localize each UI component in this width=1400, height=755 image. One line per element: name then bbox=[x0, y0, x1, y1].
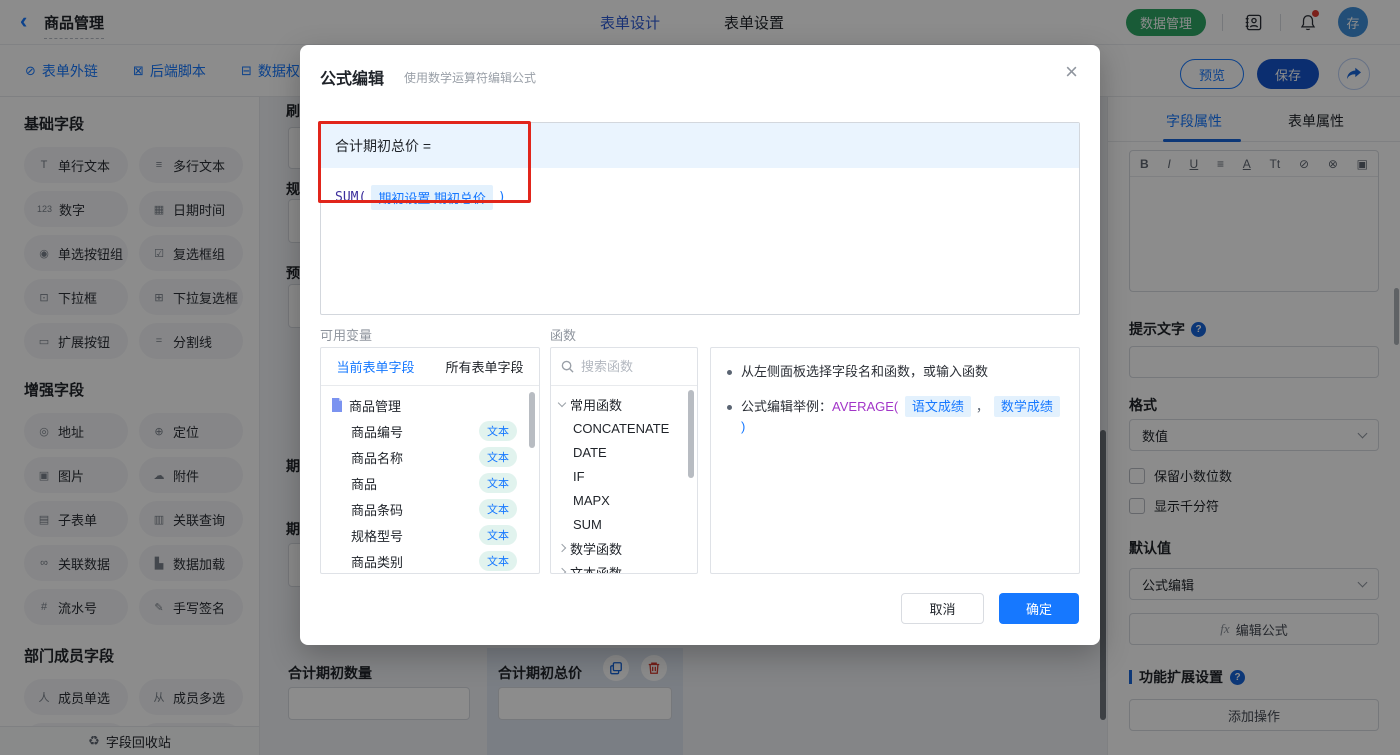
bullet-icon bbox=[727, 370, 732, 375]
function-item[interactable]: DATE bbox=[551, 440, 697, 464]
functions-label: 函数 bbox=[550, 328, 577, 343]
function-group-common[interactable]: 常用函数 bbox=[551, 392, 697, 416]
search-icon bbox=[561, 360, 574, 373]
variable-row[interactable]: 商品名称 文本 bbox=[321, 444, 539, 470]
help-panel: 从左侧面板选择字段名和函数，或输入函数 公式编辑举例：AVERAGE( 语文成绩… bbox=[710, 347, 1080, 574]
type-badge: 文本 bbox=[479, 551, 517, 571]
close-paren: ) bbox=[497, 190, 506, 205]
function-item[interactable]: IF bbox=[551, 464, 697, 488]
search-function-input[interactable] bbox=[581, 359, 681, 374]
confirm-button[interactable]: 确定 bbox=[999, 593, 1079, 624]
example-function: AVERAGE( bbox=[832, 399, 899, 414]
function-name: SUM( bbox=[335, 190, 367, 205]
type-badge: 文本 bbox=[479, 525, 517, 545]
formula-target: 合计期初总价 = bbox=[321, 123, 1079, 168]
example-token: 数学成绩 bbox=[993, 396, 1060, 417]
tab-current-form-fields[interactable]: 当前表单字段 bbox=[321, 348, 430, 385]
variable-row[interactable]: 商品编号 文本 bbox=[321, 418, 539, 444]
variables-tabs: 当前表单字段 所有表单字段 bbox=[321, 348, 539, 386]
variables-label: 可用变量 bbox=[320, 328, 373, 343]
example-token: 语文成绩 bbox=[904, 396, 971, 417]
modal-title: 公式编辑 bbox=[320, 71, 385, 88]
function-search bbox=[551, 348, 697, 386]
close-icon[interactable]: × bbox=[1065, 61, 1078, 83]
field-token[interactable]: 期初设置.期初总价 bbox=[371, 185, 493, 210]
variables-root-node[interactable]: 商品管理 bbox=[321, 392, 539, 418]
variable-row[interactable]: 规格型号 文本 bbox=[321, 522, 539, 548]
variable-row[interactable]: 商品条码 文本 bbox=[321, 496, 539, 522]
chevron-collapsed-icon bbox=[557, 543, 567, 553]
form-doc-icon bbox=[332, 398, 342, 412]
function-group-math[interactable]: 数学函数 bbox=[551, 536, 697, 560]
chevron-expanded-icon bbox=[557, 398, 567, 407]
formula-expression: SUM( 期初设置.期初总价 ) bbox=[321, 168, 1079, 227]
app-window: ‹ 商品管理 表单设计 表单设置 数据管理 存 ⊘ 表单外链 ⊠ 后端脚本 ⊟ … bbox=[0, 0, 1400, 755]
function-item[interactable]: CONCATENATE bbox=[551, 416, 697, 440]
help-tip-1: 从左侧面板选择字段名和函数，或输入函数 bbox=[727, 362, 1063, 382]
type-badge: 文本 bbox=[479, 473, 517, 493]
variables-scrollbar[interactable] bbox=[529, 392, 535, 448]
type-badge: 文本 bbox=[479, 421, 517, 441]
type-badge: 文本 bbox=[479, 499, 517, 519]
formula-edit-modal: 公式编辑 使用数学运算符编辑公式 × 合计期初总价 = SUM( 期初设置.期初… bbox=[300, 45, 1100, 645]
function-group-text[interactable]: 文本函数 bbox=[551, 560, 697, 573]
variable-row[interactable]: 商品 文本 bbox=[321, 470, 539, 496]
chevron-collapsed-icon bbox=[557, 567, 567, 573]
variables-panel: 当前表单字段 所有表单字段 商品管理 商品编号 文本 商品名称 文本 商品 文本 bbox=[320, 347, 540, 574]
formula-editor[interactable]: 合计期初总价 = SUM( 期初设置.期初总价 ) bbox=[320, 122, 1080, 315]
function-item[interactable]: MAPX bbox=[551, 488, 697, 512]
functions-panel: 常用函数 CONCATENATE DATE IF MAPX SUM 数学函数 文… bbox=[550, 347, 698, 574]
tab-all-form-fields[interactable]: 所有表单字段 bbox=[430, 348, 539, 385]
functions-scrollbar[interactable] bbox=[688, 390, 694, 478]
type-badge: 文本 bbox=[479, 447, 517, 467]
bullet-icon bbox=[727, 405, 732, 410]
help-tip-2: 公式编辑举例：AVERAGE( 语文成绩，数学成绩 ) bbox=[727, 396, 1063, 437]
variable-row[interactable]: 商品类别 文本 bbox=[321, 548, 539, 573]
function-item[interactable]: SUM bbox=[551, 512, 697, 536]
modal-subtitle: 使用数学运算符编辑公式 bbox=[404, 71, 537, 85]
cancel-button[interactable]: 取消 bbox=[901, 593, 984, 624]
